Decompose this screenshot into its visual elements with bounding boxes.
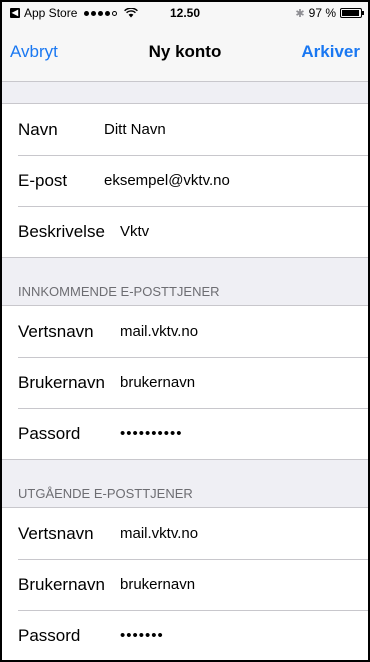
bluetooth-icon: ✱ <box>295 7 305 20</box>
incoming-password-field[interactable]: •••••••••• <box>120 425 368 442</box>
outgoing-user-field[interactable]: brukernavn <box>120 576 368 593</box>
outgoing-password-field[interactable]: ••••••• <box>120 627 368 644</box>
status-right: ✱ 97 % <box>295 6 364 20</box>
description-field[interactable]: Vktv <box>120 223 368 240</box>
nav-bar: Avbryt Ny konto Arkiver <box>2 24 368 82</box>
incoming-password-label: Passord <box>18 423 81 443</box>
incoming-password-row[interactable]: Passord •••••••••• <box>2 408 368 459</box>
incoming-user-row[interactable]: Brukernavn brukernavn <box>2 357 368 408</box>
outgoing-user-label: Brukernavn <box>18 574 105 594</box>
battery-icon <box>340 8 364 18</box>
outgoing-user-row[interactable]: Brukernavn brukernavn <box>2 559 368 610</box>
incoming-host-field[interactable]: mail.vktv.no <box>120 323 368 340</box>
outgoing-host-row[interactable]: Vertsnavn mail.vktv.no <box>2 508 368 559</box>
outgoing-section: Vertsnavn mail.vktv.no Brukernavn bruker… <box>2 507 368 660</box>
incoming-host-row[interactable]: Vertsnavn mail.vktv.no <box>2 306 368 357</box>
status-bar: ◀ App Store 12.50 ✱ 97 % <box>2 2 368 24</box>
description-row[interactable]: Beskrivelse Vktv <box>2 206 368 257</box>
incoming-user-field[interactable]: brukernavn <box>120 374 368 391</box>
incoming-host-label: Vertsnavn <box>18 321 94 341</box>
battery-percent: 97 % <box>308 6 336 20</box>
incoming-user-label: Brukernavn <box>18 372 105 392</box>
description-label: Beskrivelse <box>18 221 105 241</box>
outgoing-host-field[interactable]: mail.vktv.no <box>120 525 368 542</box>
outgoing-host-label: Vertsnavn <box>18 523 94 543</box>
cancel-button[interactable]: Avbryt <box>10 42 58 62</box>
account-section: Navn Ditt Navn E-post eksempel@vktv.no B… <box>2 103 368 258</box>
outgoing-password-row[interactable]: Passord ••••••• <box>2 610 368 660</box>
save-button[interactable]: Arkiver <box>301 42 360 62</box>
email-label: E-post <box>18 170 68 190</box>
incoming-section: Vertsnavn mail.vktv.no Brukernavn bruker… <box>2 305 368 460</box>
name-row[interactable]: Navn Ditt Navn <box>2 104 368 155</box>
name-label: Navn <box>18 119 58 139</box>
outgoing-section-header: UTGÅENDE E-POSTTJENER <box>18 486 193 501</box>
email-row[interactable]: E-post eksempel@vktv.no <box>2 155 368 206</box>
top-bar: ◀ App Store 12.50 ✱ 97 % Avbryt Ny konto… <box>2 2 368 82</box>
email-field[interactable]: eksempel@vktv.no <box>104 172 368 189</box>
incoming-section-header: INNKOMMENDE E-POSTTJENER <box>18 284 220 299</box>
screen: ◀ App Store 12.50 ✱ 97 % Avbryt Ny konto… <box>2 2 368 660</box>
name-field[interactable]: Ditt Navn <box>104 121 368 138</box>
battery-fill <box>342 10 360 16</box>
outgoing-password-label: Passord <box>18 625 81 645</box>
